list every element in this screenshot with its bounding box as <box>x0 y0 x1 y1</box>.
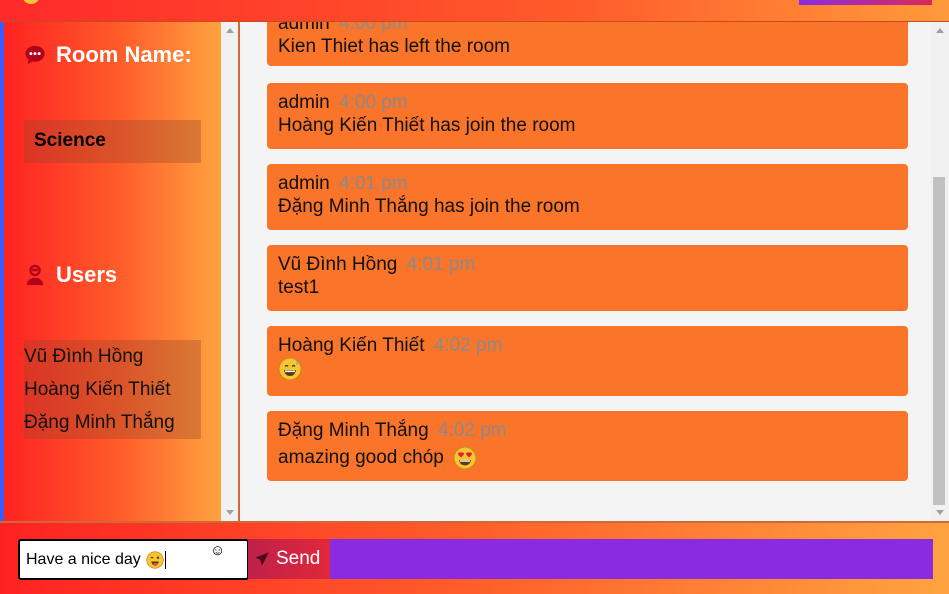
message-meta: admin 4:00 pm <box>278 91 897 114</box>
message-time: 4:01 pm <box>406 254 476 275</box>
user-icon <box>26 264 44 286</box>
message-text: Đặng Minh Thắng has join the room <box>278 196 580 217</box>
text-cursor <box>164 550 166 569</box>
composer-bar <box>330 539 933 579</box>
grinning-sweat-emoji-icon <box>278 357 302 381</box>
scroll-up-arrow-icon[interactable] <box>226 28 234 33</box>
tongue-wink-emoji-icon <box>146 550 164 569</box>
room-name: Science <box>24 120 201 163</box>
scroll-down-arrow-icon[interactable] <box>226 510 234 515</box>
message-meta: Hoàng Kiến Thiết 4:02 pm <box>278 334 897 357</box>
chat-message: admin 4:00 pm Kien Thiet has left the ro… <box>267 22 908 66</box>
message-author: admin <box>278 22 330 34</box>
message-time: 4:02 pm <box>433 335 503 356</box>
chat-messages: admin 4:00 pm Kien Thiet has left the ro… <box>238 22 949 521</box>
users-heading-label: Users <box>56 262 118 287</box>
chat-bubble-icon <box>25 45 45 65</box>
scroll-up-arrow-icon[interactable] <box>936 28 944 33</box>
message-time: 4:00 pm <box>339 92 408 113</box>
chat-message: admin 4:00 pm Hoàng Kiến Thiết has join … <box>267 83 908 149</box>
message-time: 4:02 pm <box>437 420 507 441</box>
message-author: admin <box>278 92 330 113</box>
message-composer: Have a nice day ☺ Send <box>0 521 949 594</box>
message-time: 4:01 pm <box>339 173 408 194</box>
smiley-icon[interactable]: ☺ <box>210 542 225 559</box>
top-bar <box>0 0 949 22</box>
chat-message: Hoàng Kiến Thiết 4:02 pm <box>267 326 908 396</box>
message-input-value: Have a nice day <box>26 550 141 568</box>
message-meta: admin 4:00 pm <box>278 22 897 35</box>
chat-message: admin 4:01 pm Đặng Minh Thắng has join t… <box>267 164 908 230</box>
message-author: Vũ Đình Hồng <box>278 254 398 275</box>
message-text <box>278 357 897 381</box>
room-heading-label: Room Name: <box>56 42 192 67</box>
user-list: Vũ Đình Hồng Hoàng Kiến Thiết Đặng Minh … <box>24 340 201 439</box>
message-text: Kien Thiet has left the room <box>278 36 510 57</box>
send-button[interactable]: Send <box>248 539 330 579</box>
message-meta: Vũ Đình Hồng 4:01 pm <box>278 253 897 276</box>
message-meta: Đặng Minh Thắng 4:02 pm <box>278 419 897 442</box>
scroll-down-arrow-icon[interactable] <box>936 510 944 515</box>
message-author: Đặng Minh Thắng <box>278 420 429 441</box>
user-list-item: Vũ Đình Hồng <box>24 346 144 367</box>
message-time: 4:00 pm <box>339 22 408 34</box>
chat-message: Vũ Đình Hồng 4:01 pm test1 <box>267 245 908 311</box>
room-heading: Room Name: <box>24 42 192 68</box>
user-list-item: Đặng Minh Thắng <box>24 412 175 433</box>
user-list-item: Hoàng Kiến Thiết <box>24 379 171 400</box>
message-author: admin <box>278 173 330 194</box>
users-heading: Users <box>24 262 117 288</box>
sidebar-scrollbar[interactable] <box>221 22 238 521</box>
sidebar: Room Name: Science Users Vũ Đình Hồng Ho… <box>0 22 221 521</box>
top-button[interactable] <box>799 0 932 5</box>
scrollbar-thumb[interactable] <box>933 177 945 505</box>
chat-message: Đặng Minh Thắng 4:02 pm amazing good chó… <box>267 411 908 481</box>
heart-eyes-emoji-icon <box>453 446 477 470</box>
message-text: amazing good chóp <box>278 447 444 469</box>
message-text: test1 <box>278 277 320 298</box>
message-text: Hoàng Kiến Thiết has join the room <box>278 115 576 136</box>
message-author: Hoàng Kiến Thiết <box>278 335 425 356</box>
message-text-row: amazing good chóp <box>278 446 897 470</box>
chat-scrollbar[interactable] <box>931 22 949 521</box>
paper-plane-icon <box>255 552 269 566</box>
partial-emoji-icon <box>22 0 40 4</box>
send-button-label: Send <box>276 548 321 569</box>
message-meta: admin 4:01 pm <box>278 172 897 195</box>
